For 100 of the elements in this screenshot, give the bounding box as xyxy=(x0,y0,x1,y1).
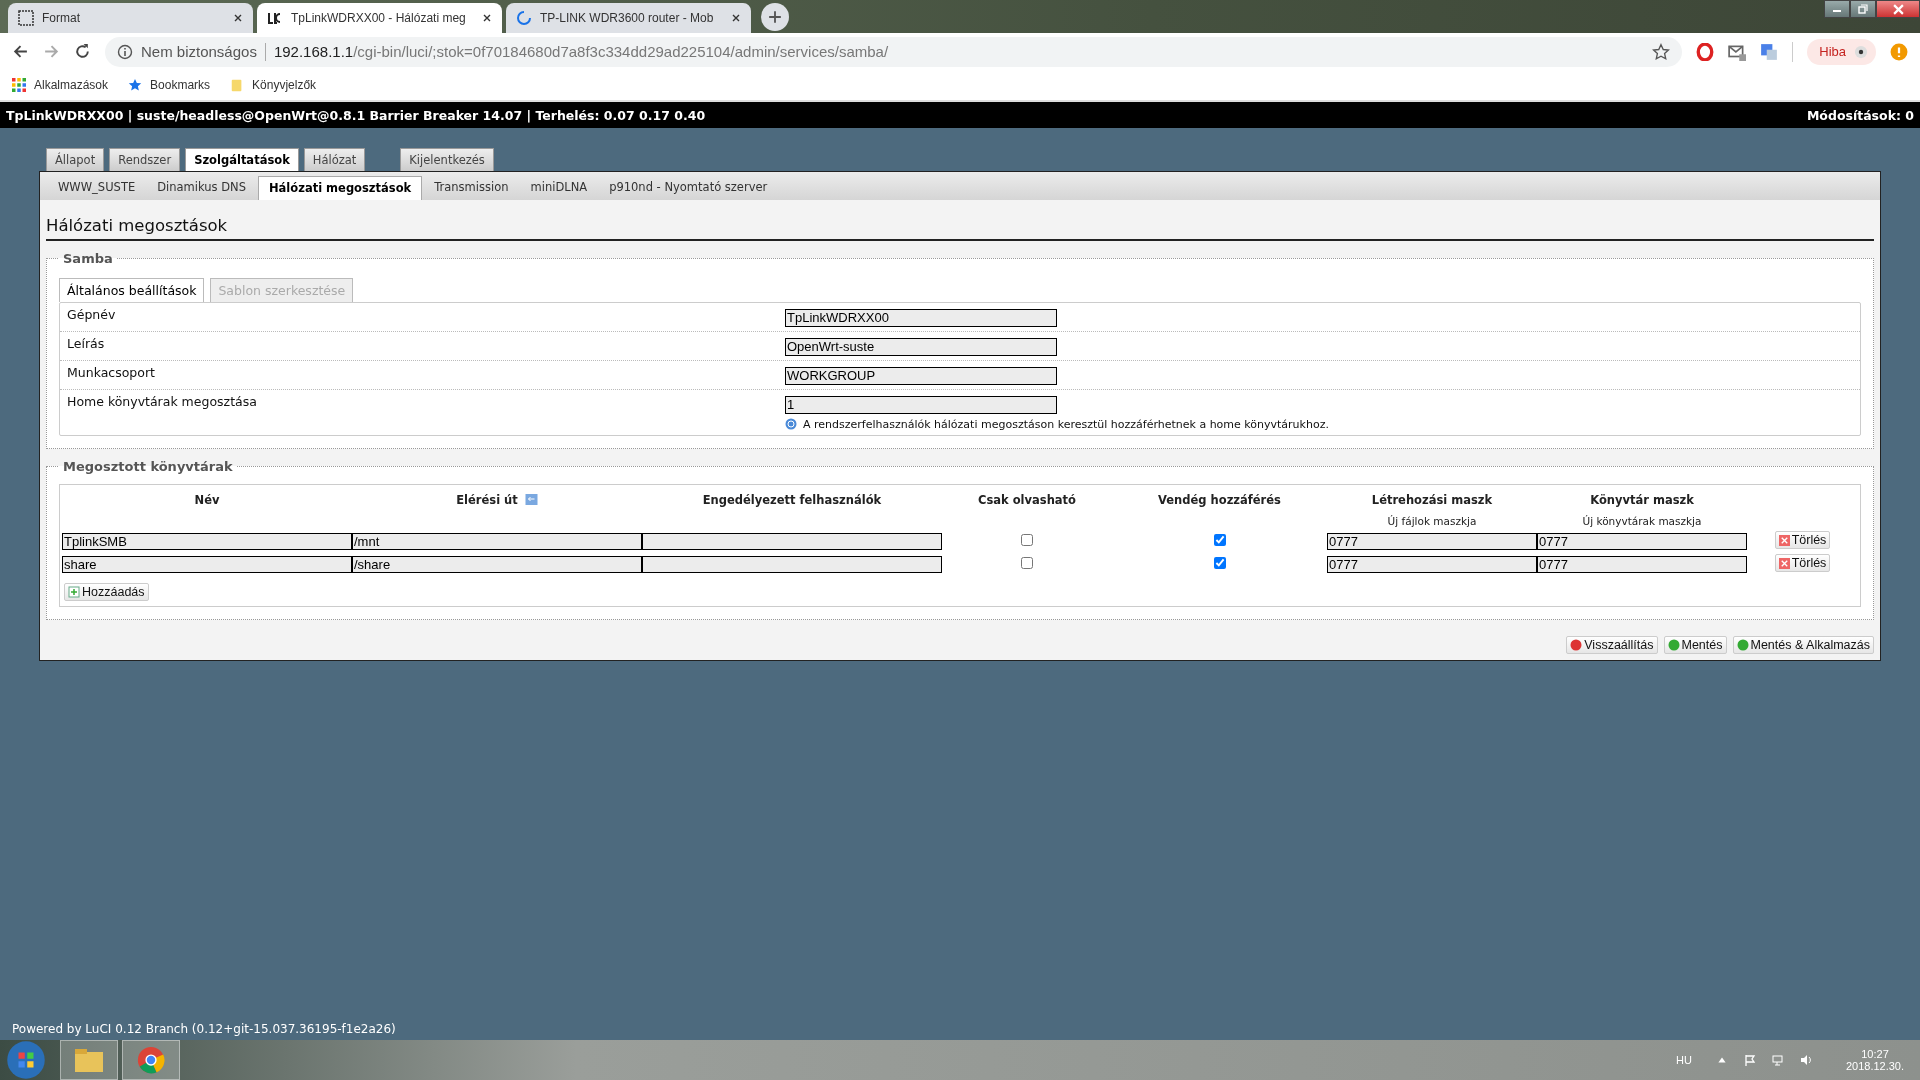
column-header: Elérési út xyxy=(456,492,518,507)
tab-title: TP-LINK WDR3600 router - Mob xyxy=(540,11,715,25)
avatar-icon xyxy=(1854,44,1868,59)
field-label: Home könyvtárak megosztása xyxy=(67,394,258,411)
profile-button[interactable]: Hiba xyxy=(1807,38,1876,65)
menu-tab[interactable]: Rendszer xyxy=(109,148,181,171)
security-label: Nem biztonságos xyxy=(141,43,257,60)
read-only-checkbox[interactable] xyxy=(1021,533,1033,546)
section-legend: Samba xyxy=(59,251,117,266)
field-hint: A rendszerfelhasználók hálózati megosztáson keresztül hozzáférhetnek a home könyvtárukhoz. xyxy=(803,417,1329,431)
bookmark-star-icon[interactable] xyxy=(1652,42,1671,61)
start-button-icon[interactable] xyxy=(6,1040,46,1080)
status-icon xyxy=(1570,638,1583,651)
address-bar[interactable]: Nem biztonságos 192.168.1.1/cgi-bin/luci/;stok=0f70184680d7a8f3c334dd29ad225104/admin/services/samba/ xyxy=(105,36,1683,67)
text-field[interactable]: WORKGROUP xyxy=(785,366,1057,385)
text-field[interactable]: OpenWrt-suste xyxy=(785,337,1057,356)
section-tab[interactable]: Általános beállítások xyxy=(59,278,205,302)
plus-icon xyxy=(768,10,782,24)
loading-spinner-icon xyxy=(516,10,532,26)
page-title: Hálózati megosztások xyxy=(46,216,1874,241)
submenu-tab[interactable]: WWW_SUSTE xyxy=(48,176,146,200)
column-header: Név xyxy=(194,492,220,507)
submenu-tab[interactable]: p910nd - Nyomtató szerver xyxy=(599,176,778,200)
bookmark-link[interactable]: Bookmarks xyxy=(128,78,211,92)
field-label: Gépnév xyxy=(67,307,117,324)
menu-tab[interactable]: Hálózat xyxy=(303,148,366,171)
star-icon xyxy=(128,78,143,92)
name-field[interactable]: share xyxy=(62,555,352,573)
help-icon xyxy=(785,418,797,430)
column-description: Új fájlok maszkja xyxy=(1386,514,1478,527)
reload-icon[interactable] xyxy=(74,43,91,60)
close-icon[interactable] xyxy=(482,13,492,23)
luci-logo-icon xyxy=(267,10,283,26)
users-field[interactable] xyxy=(642,532,942,550)
guest-access-checkbox[interactable] xyxy=(1213,533,1226,546)
browser-tab[interactable]: TP-LINK WDR3600 router - Mob xyxy=(506,3,751,33)
guest-access-checkbox[interactable] xyxy=(1213,556,1226,569)
menu-tab[interactable]: Állapot xyxy=(46,148,105,171)
column-header: Csak olvasható xyxy=(978,492,1076,507)
path-field[interactable]: /share xyxy=(352,555,642,573)
path-field[interactable]: /mnt xyxy=(352,532,642,550)
flag-icon[interactable] xyxy=(1744,1054,1756,1066)
name-field[interactable]: TplinkSMB xyxy=(62,532,352,550)
close-icon[interactable] xyxy=(731,13,741,23)
bookmark-link[interactable]: Könyvjelzők xyxy=(230,78,317,92)
add-button[interactable]: Hozzáadás xyxy=(64,582,149,601)
text-field[interactable]: TpLinkWDRXX00 xyxy=(785,308,1057,327)
footer-text: Powered by LuCI 0.12 Branch (0.12+git-15.037.36195-f1e2a26) xyxy=(11,1022,397,1038)
field-label: Leírás xyxy=(67,336,106,353)
help-icon xyxy=(524,494,538,506)
delete-icon xyxy=(1778,557,1790,569)
directory-mask-field[interactable]: 0777 xyxy=(1537,555,1747,573)
column-header: Vendég hozzáférés xyxy=(1158,492,1281,507)
delete-button[interactable]: Törlés xyxy=(1774,531,1831,549)
submenu-tab[interactable]: Dinamikus DNS xyxy=(147,176,256,200)
opera-logo-icon[interactable] xyxy=(1696,42,1715,61)
add-icon xyxy=(68,585,80,598)
file-explorer-icon[interactable] xyxy=(60,1040,118,1080)
bookmark-link[interactable]: Alkalmazások xyxy=(12,78,109,92)
info-icon xyxy=(117,43,133,60)
speaker-icon[interactable] xyxy=(1800,1054,1812,1066)
new-tab-button[interactable] xyxy=(761,3,789,31)
directory-mask-field[interactable]: 0777 xyxy=(1537,532,1747,550)
close-icon[interactable] xyxy=(233,13,243,23)
menu-tab[interactable]: Szolgáltatások xyxy=(185,148,299,171)
apps-grid-icon xyxy=(12,78,26,92)
url-text: 192.168.1.1/cgi-bin/luci/;stok=0f70184680d7a8f3c334dd29ad225104/admin/services/samba/ xyxy=(273,43,889,60)
read-only-checkbox[interactable] xyxy=(1021,556,1033,569)
section-legend: Megosztott könyvtárak xyxy=(59,458,237,474)
back-arrow-icon[interactable] xyxy=(12,43,29,60)
minimize-button[interactable] xyxy=(1824,0,1850,18)
create-mask-field[interactable]: 0777 xyxy=(1327,532,1537,550)
restore-button[interactable] xyxy=(1850,0,1876,18)
close-icon xyxy=(1892,3,1904,15)
translate-icon[interactable] xyxy=(1760,42,1779,61)
delete-icon xyxy=(1778,534,1790,546)
browser-tab[interactable]: Format xyxy=(8,3,253,33)
column-header: Könyvtár maszk xyxy=(1590,492,1694,507)
menu-tab[interactable]: Kijelentkezés xyxy=(400,148,494,171)
delete-button[interactable]: Törlés xyxy=(1774,554,1831,572)
tab-title: Format xyxy=(42,11,81,25)
close-button[interactable] xyxy=(1876,0,1920,18)
column-description: Új könyvtárak maszkja xyxy=(1581,514,1703,527)
site-logo-icon xyxy=(18,10,34,26)
network-icon[interactable] xyxy=(1772,1054,1784,1066)
restore-icon xyxy=(1858,4,1868,14)
changes-counter[interactable]: Módosítások: 0 xyxy=(1806,107,1914,123)
submenu-tab[interactable]: Transmission xyxy=(424,176,519,200)
create-mask-field[interactable]: 0777 xyxy=(1327,555,1537,573)
status-icon xyxy=(1667,638,1680,651)
submenu-tab[interactable]: miniDLNA xyxy=(520,176,598,200)
form-button[interactable]: Visszaállítás xyxy=(1566,635,1658,654)
browser-tab[interactable]: TpLinkWDRXX00 - Hálózati meg xyxy=(257,3,502,33)
users-field[interactable] xyxy=(642,555,942,573)
text-field[interactable]: 1 xyxy=(785,395,1057,414)
field-label: Munkacsoport xyxy=(67,365,156,382)
form-button[interactable]: Mentés xyxy=(1663,635,1727,654)
submenu-tab[interactable]: Hálózati megosztások xyxy=(257,176,423,200)
column-header: Létrehozási maszk xyxy=(1371,492,1493,507)
form-button[interactable]: Mentés & Alkalmazás xyxy=(1732,635,1874,654)
